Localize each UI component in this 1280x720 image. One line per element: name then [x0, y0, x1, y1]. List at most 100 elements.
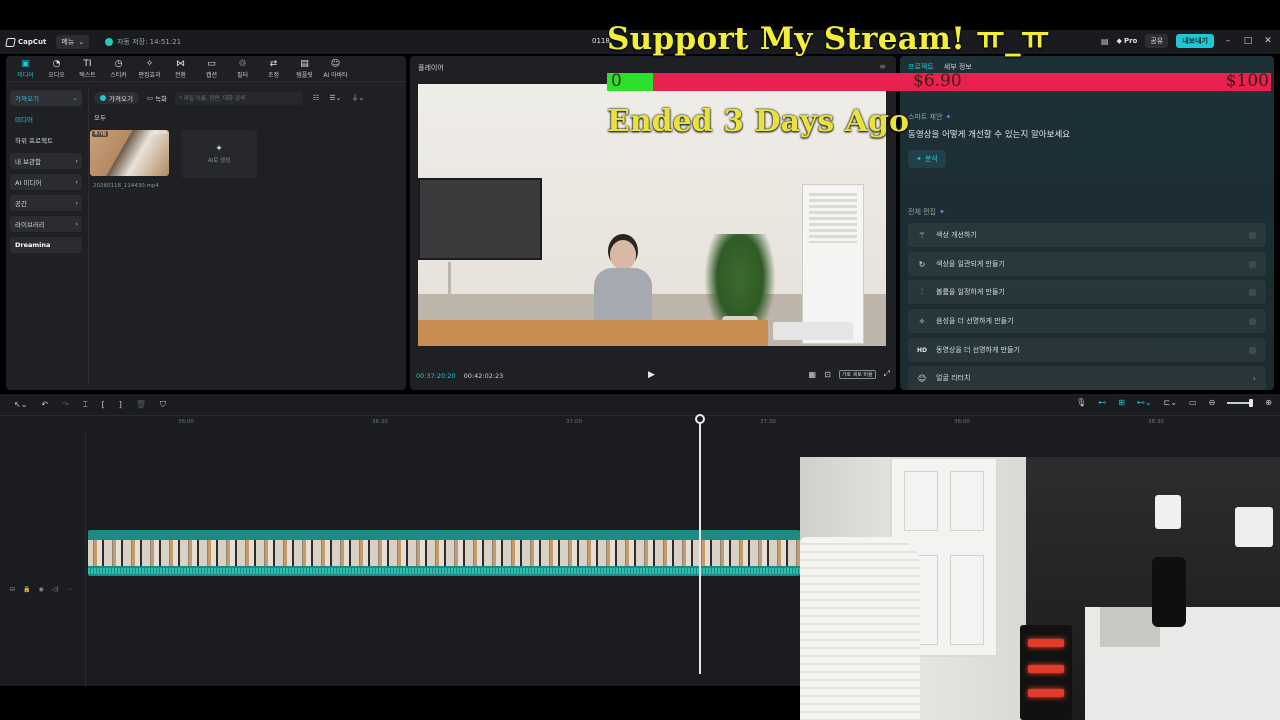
select-pointer-icon[interactable]: ↖⌄: [14, 400, 27, 409]
media-clip-thumbnail[interactable]: 추가됨 42:16: [90, 130, 169, 176]
tool-ai-avatar[interactable]: ☺ AI 아바타: [320, 59, 351, 79]
sort-icon[interactable]: ☰⌄: [329, 94, 341, 102]
hamburger-icon[interactable]: ≡: [879, 62, 886, 71]
redo-icon[interactable]: ↷: [62, 400, 69, 409]
minimize-icon[interactable]: –: [1222, 35, 1234, 47]
pro-badge[interactable]: ◆ Pro: [1117, 37, 1138, 45]
tool-media[interactable]: ▣ 미디어: [10, 59, 41, 79]
speaker-icon[interactable]: ◁): [52, 586, 59, 593]
capcut-logo-icon: [5, 37, 16, 47]
zoom-in-icon[interactable]: ⊕: [1265, 398, 1272, 407]
current-timecode: 00:37:20:20: [416, 372, 456, 380]
crop-icon[interactable]: ⊡: [824, 370, 831, 379]
magnet-icon[interactable]: ⊞: [1118, 398, 1125, 407]
fullscreen-icon[interactable]: ⤢: [884, 369, 890, 379]
action-normalize-volume[interactable]: ⫶ 볼륨을 일정하게 만들기: [908, 280, 1266, 304]
action-toggle[interactable]: [1249, 260, 1256, 268]
tool-transition[interactable]: ⋈ 전환: [165, 59, 196, 79]
action-clear-voice[interactable]: ✧ 음성을 더 선명하게 만들기: [908, 309, 1266, 333]
titlebar-actions: ▤ ◆ Pro 공유 내보내기 – □ ✕: [1101, 34, 1274, 48]
action-label: 음성을 더 선명하게 만들기: [936, 317, 1014, 325]
shield-icon[interactable]: ⛉: [160, 400, 166, 410]
tool-caption[interactable]: ▭ 캡션: [196, 59, 227, 79]
media-toolbar: 가져오기 ▭ 녹화 ⌕ 파일 이름, 장면, 대화 검색 ☷ ☰⌄ ⏚⌄: [94, 90, 404, 106]
search-input[interactable]: ⌕ 파일 이름, 장면, 대화 검색: [175, 91, 304, 105]
record-button[interactable]: ▭ 녹화: [143, 92, 171, 104]
zoom-slider-knob[interactable]: [1249, 398, 1254, 407]
tool-audio[interactable]: ◔ 오디오: [41, 59, 72, 79]
link-main-track-icon[interactable]: ⊷: [1098, 398, 1106, 407]
smart-suggestion-title: 스마트 제안 ✦: [908, 112, 951, 122]
lock-icon[interactable]: 🔒: [23, 586, 30, 593]
action-toggle[interactable]: [1249, 288, 1256, 296]
ratio-button[interactable]: 가로 세로 비율: [838, 369, 876, 379]
action-toggle[interactable]: [1249, 317, 1256, 325]
menu-label: 메뉴: [61, 38, 75, 46]
analyze-button[interactable]: ✦ 분석: [908, 150, 946, 168]
play-icon[interactable]: ▶: [648, 370, 658, 380]
sidebar-item-dreamina[interactable]: Dreamina: [10, 237, 82, 253]
sidebar-item-library[interactable]: 라이브러리 ›: [10, 216, 82, 232]
scene-person: [590, 240, 654, 324]
action-toggle[interactable]: [1249, 346, 1256, 354]
scene-keyboard: [773, 322, 853, 340]
pro-label: Pro: [1123, 37, 1138, 45]
layout-icon[interactable]: ▤: [1101, 37, 1109, 46]
sidebar-item-label: Dreamina: [15, 241, 51, 249]
tool-effects[interactable]: ✧ 편집효과: [134, 59, 165, 79]
sidebar-item-ai-media[interactable]: AI 미디어 ›: [10, 174, 82, 190]
timeline-ruler[interactable]: 36:00 36:30 37:00 37:30 38:00 38:30: [88, 416, 1280, 430]
eye-icon[interactable]: ◉: [39, 586, 44, 593]
webcam-heater: [1020, 625, 1072, 720]
media-panel: ▣ 미디어 ◔ 오디오 TI 텍스트 ◷ 스티커 ✧ 편집효과 ⋈ 전환 ▭ 캡션 ♲ 필터 ⇄…: [6, 56, 406, 390]
playhead[interactable]: [699, 416, 701, 674]
menu-button[interactable]: 메뉴 ⌄: [56, 35, 90, 49]
fit-icon[interactable]: ▦: [809, 370, 817, 379]
video-clip[interactable]: [88, 530, 800, 576]
playhead-handle[interactable]: [695, 414, 705, 424]
action-toggle[interactable]: [1249, 231, 1256, 239]
tool-label: 전환: [174, 71, 187, 79]
caption-track-icon[interactable]: ▭: [1189, 398, 1197, 407]
cover-icon[interactable]: ⊟: [10, 586, 15, 593]
autosave-text: 자동 저장: 14:51:21: [117, 38, 182, 46]
import-label: 가져오기: [109, 95, 133, 103]
action-enhance-color[interactable]: ⚚ 색상 개선하기: [908, 223, 1266, 247]
close-icon[interactable]: ✕: [1262, 35, 1274, 47]
sidebar-item-import[interactable]: 가져오기 ⌄: [10, 90, 82, 106]
export-button[interactable]: 내보내기: [1176, 34, 1214, 48]
import-button[interactable]: 가져오기: [94, 92, 139, 104]
sidebar-item-my-library[interactable]: 내 보관함 ›: [10, 153, 82, 169]
zoom-out-icon[interactable]: ⊖: [1209, 398, 1216, 407]
linkage-icon[interactable]: ⊷⌄: [1137, 398, 1152, 407]
record-label: 녹화: [155, 95, 168, 103]
preview-axis-icon[interactable]: ⊏⌄: [1164, 398, 1177, 407]
split-left-icon[interactable]: [: [102, 400, 105, 409]
split-icon[interactable]: ⌶: [83, 400, 88, 410]
maximize-icon[interactable]: □: [1242, 35, 1254, 47]
grid-view-icon[interactable]: ☷: [313, 94, 319, 102]
undo-icon[interactable]: ↶: [41, 400, 48, 409]
tool-adjust[interactable]: ⇄ 조정: [258, 59, 289, 79]
tool-template[interactable]: ▤ 템플릿: [289, 59, 320, 79]
action-sharpen-video[interactable]: HD 동영상을 더 선명하게 만들기: [908, 338, 1266, 362]
heater-glow: [1028, 665, 1064, 673]
microphone-icon[interactable]: 🎙: [1076, 398, 1086, 407]
sidebar-item-media[interactable]: 미디어: [10, 111, 82, 127]
action-color-consistency[interactable]: ↻ 색상을 일관되게 만들기: [908, 252, 1266, 276]
action-face-retouch[interactable]: ☺ 얼굴 리터치 ›: [908, 366, 1266, 390]
split-right-icon[interactable]: ]: [119, 400, 122, 409]
share-button[interactable]: 공유: [1145, 34, 1169, 48]
volume-sliders-icon: ⫶: [921, 287, 923, 296]
tool-text[interactable]: TI 텍스트: [72, 59, 103, 79]
filter-dropdown-icon[interactable]: ⏚⌄: [351, 93, 364, 103]
sidebar-item-subproject[interactable]: 하위 프로젝트: [10, 132, 82, 148]
ai-generate-button[interactable]: ✦ AI로 생성: [181, 130, 257, 178]
zoom-slider[interactable]: [1227, 398, 1254, 407]
more-icon[interactable]: ⋯: [67, 586, 73, 593]
tool-filter[interactable]: ♲ 필터: [227, 59, 258, 79]
sidebar-item-space[interactable]: 공간 ›: [10, 195, 82, 211]
tool-sticker[interactable]: ◷ 스티커: [103, 59, 134, 79]
caption-icon: ▭: [207, 58, 216, 69]
delete-icon[interactable]: 🗑: [136, 400, 146, 409]
